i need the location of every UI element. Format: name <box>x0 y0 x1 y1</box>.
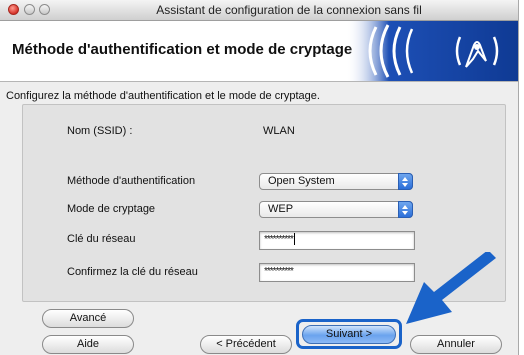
ssid-value: WLAN <box>263 125 295 137</box>
header-band: Méthode d'authentification et mode de cr… <box>0 21 518 82</box>
network-key-field[interactable]: ********** <box>259 231 415 250</box>
pointer-arrow-icon <box>406 252 496 324</box>
confirm-key-label: Confirmez la clé du réseau <box>67 266 198 278</box>
encryption-mode-value: WEP <box>268 203 294 215</box>
window-title: Assistant de configuration de la connexi… <box>156 3 422 17</box>
minimize-window-button[interactable] <box>24 4 35 15</box>
cancel-button[interactable]: Annuler <box>410 335 502 354</box>
next-button-highlight <box>296 319 402 349</box>
advanced-button[interactable]: Avancé <box>42 309 134 328</box>
confirm-key-value: ********** <box>264 266 294 277</box>
text-cursor <box>293 233 295 246</box>
page-title: Méthode d'authentification et mode de cr… <box>12 41 353 58</box>
network-key-value: ********** <box>264 234 294 245</box>
close-window-button[interactable] <box>8 4 19 15</box>
auth-method-label: Méthode d'authentification <box>67 175 196 187</box>
previous-button[interactable]: < Précédent <box>200 335 292 354</box>
zoom-window-button[interactable] <box>39 4 50 15</box>
instructions-text: Configurez la méthode d'authentification… <box>6 90 320 102</box>
help-button[interactable]: Aide <box>42 335 134 354</box>
encryption-mode-label: Mode de cryptage <box>67 203 156 215</box>
auth-method-value: Open System <box>268 175 335 187</box>
ssid-label: Nom (SSID) : <box>67 125 133 137</box>
encryption-mode-select[interactable]: WEP <box>259 201 413 218</box>
title-bar: Assistant de configuration de la connexi… <box>0 0 518 21</box>
wireless-signal-icon <box>346 21 518 81</box>
network-key-label: Clé du réseau <box>67 233 136 245</box>
select-arrows-icon <box>398 173 413 190</box>
auth-method-select[interactable]: Open System <box>259 173 413 190</box>
confirm-key-field[interactable]: ********** <box>259 263 415 282</box>
select-arrows-icon <box>398 201 413 218</box>
